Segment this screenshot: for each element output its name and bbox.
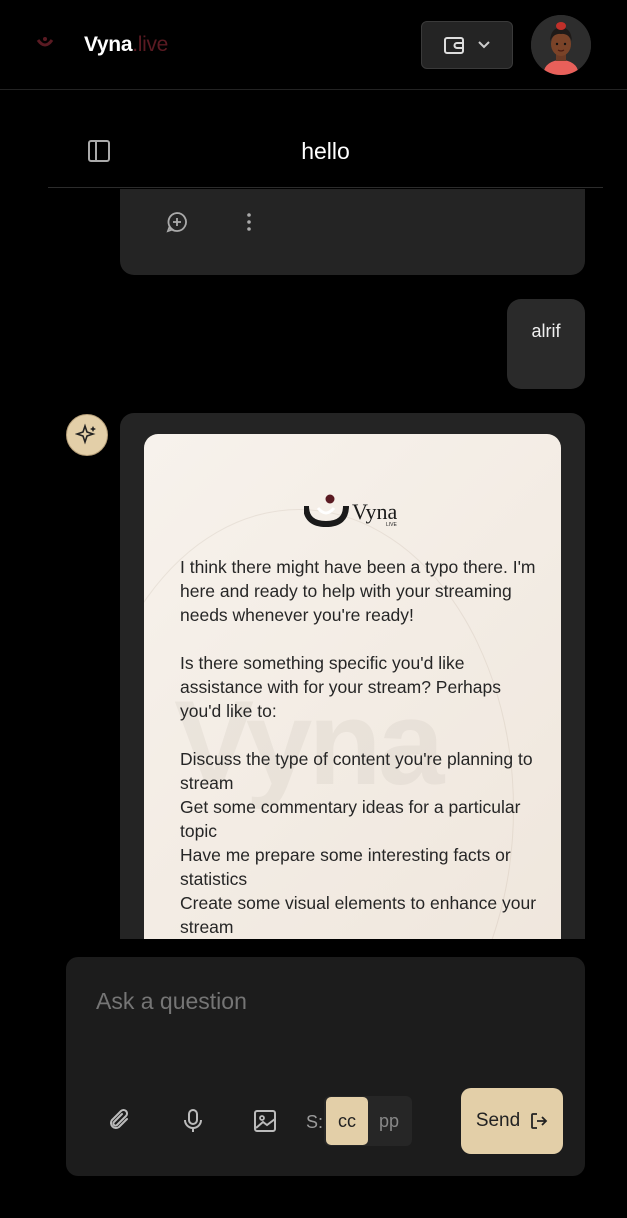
send-button[interactable]: Send — [461, 1088, 563, 1154]
more-options-icon[interactable] — [246, 211, 252, 233]
mode-option-pp[interactable]: pp — [368, 1097, 410, 1145]
ai-message: Vyna Vyna LIVE I think there might have … — [120, 413, 585, 939]
microphone-button[interactable] — [179, 1107, 207, 1135]
chevron-down-icon — [478, 41, 490, 49]
chat-header: hello — [48, 90, 603, 188]
user-avatar[interactable] — [531, 15, 591, 75]
s-label: S: — [306, 1112, 324, 1132]
message-composer: S: cc pp Send — [66, 957, 585, 1176]
ai-response-card: Vyna Vyna LIVE I think there might have … — [144, 434, 561, 939]
ai-list-item: Create some visual elements to enhance y… — [180, 893, 537, 937]
vyna-logo-subtext: LIVE — [386, 522, 398, 528]
ai-list-item: Have me prepare some interesting facts o… — [180, 845, 511, 889]
vyna-logo-text: Vyna — [352, 499, 397, 524]
brand-logo-icon[interactable] — [36, 36, 54, 50]
brand-name[interactable]: Vyna.live — [84, 33, 168, 57]
wallet-dropdown-button[interactable] — [421, 21, 513, 69]
question-input[interactable] — [96, 988, 556, 1015]
ai-list-item: Get some commentary ideas for a particul… — [180, 797, 521, 841]
mode-option-cc[interactable]: cc — [326, 1097, 368, 1145]
user-message: alrif — [507, 299, 585, 389]
send-label: Send — [475, 1110, 521, 1131]
ai-paragraph: I think there might have been a typo the… — [180, 557, 536, 625]
chat-title: hello — [301, 138, 350, 164]
top-bar: Vyna.live — [0, 0, 627, 90]
comment-add-icon[interactable] — [166, 211, 188, 233]
image-icon — [254, 1110, 276, 1132]
brand-name-suffix: .live — [132, 33, 169, 56]
chat-messages[interactable]: alrif Vyna Vyna LIVE I think there might… — [0, 189, 627, 939]
send-arrow-icon — [531, 1113, 548, 1129]
attach-button[interactable] — [106, 1107, 134, 1135]
ai-avatar — [66, 414, 108, 456]
ai-list-item: Discuss the type of content you're plann… — [180, 749, 533, 793]
microphone-icon — [184, 1109, 202, 1132]
image-upload-button[interactable] — [251, 1107, 279, 1135]
sparkle-icon — [75, 423, 96, 445]
paperclip-icon — [110, 1108, 129, 1129]
wallet-icon — [444, 37, 464, 54]
ai-paragraph: Is there something specific you'd like a… — [180, 653, 501, 721]
brand-name-main: Vyna — [84, 33, 133, 56]
ai-response-text: I think there might have been a typo the… — [180, 555, 540, 939]
avatar-image — [531, 15, 591, 75]
vyna-logo: Vyna LIVE — [304, 494, 398, 528]
previous-ai-message — [120, 189, 585, 275]
